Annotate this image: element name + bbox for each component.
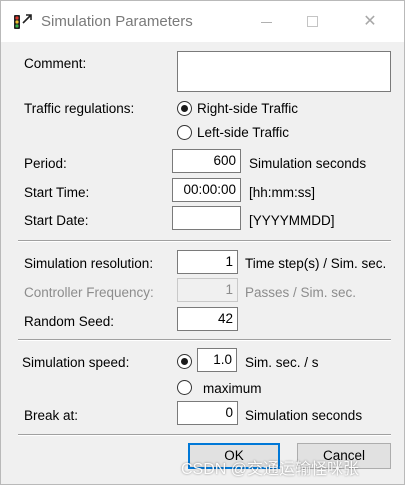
maximize-icon [307, 16, 318, 27]
controller-frequency-input: 1 [177, 278, 238, 302]
controller-frequency-unit: Passes / Sim. sec. [245, 285, 357, 300]
right-side-traffic-radio[interactable] [177, 101, 192, 116]
period-unit: Simulation seconds [249, 156, 367, 171]
start-time-format: [hh:mm:ss] [249, 185, 316, 200]
break-at-label: Break at: [24, 408, 79, 423]
random-seed-label: Random Seed: [24, 314, 115, 329]
speed-value-input[interactable]: 1.0 [197, 348, 237, 372]
period-label: Period: [24, 156, 67, 171]
start-time-input[interactable]: 00:00:00 [172, 178, 241, 202]
speed-maximum-label[interactable]: maximum [203, 381, 262, 396]
simulation-speed-label: Simulation speed: [22, 355, 130, 370]
simulation-parameters-dialog: Simulation Parameters ✕ Comment: Traffic… [0, 0, 405, 485]
title-bar: Simulation Parameters ✕ [1, 1, 404, 42]
watermark: CSDN @交通运输怪咪张 [181, 461, 360, 478]
simulation-resolution-unit: Time step(s) / Sim. sec. [245, 256, 387, 271]
speed-value-radio[interactable] [177, 354, 192, 369]
comment-input[interactable] [177, 51, 391, 92]
right-side-traffic-label[interactable]: Right-side Traffic [197, 101, 298, 116]
separator [18, 339, 391, 341]
start-date-format: [YYYYMMDD] [249, 213, 335, 228]
maximize-button[interactable] [290, 1, 336, 42]
left-side-traffic-label[interactable]: Left-side Traffic [197, 125, 289, 140]
start-time-label: Start Time: [24, 185, 90, 200]
speed-unit: Sim. sec. / s [245, 355, 319, 370]
close-button[interactable]: ✕ [347, 1, 393, 42]
controller-frequency-label: Controller Frequency: [24, 285, 154, 300]
break-at-input[interactable]: 0 [177, 401, 238, 425]
comment-label: Comment: [24, 56, 87, 71]
speed-maximum-radio[interactable] [177, 380, 192, 395]
simulation-resolution-input[interactable]: 1 [177, 250, 238, 274]
start-date-label: Start Date: [24, 213, 89, 228]
minimize-button[interactable] [244, 1, 290, 42]
separator [18, 240, 391, 242]
traffic-regulations-label: Traffic regulations: [24, 101, 135, 116]
simulation-resolution-label: Simulation resolution: [24, 256, 154, 271]
start-date-input[interactable] [172, 206, 241, 230]
left-side-traffic-radio[interactable] [177, 125, 192, 140]
period-input[interactable]: 600 [172, 149, 241, 173]
break-at-unit: Simulation seconds [245, 408, 363, 423]
window-title: Simulation Parameters [41, 13, 193, 30]
minimize-icon [261, 22, 272, 23]
random-seed-input[interactable]: 42 [177, 307, 238, 331]
close-icon: ✕ [363, 13, 377, 30]
traffic-light-icon [14, 14, 32, 29]
separator [18, 434, 391, 436]
